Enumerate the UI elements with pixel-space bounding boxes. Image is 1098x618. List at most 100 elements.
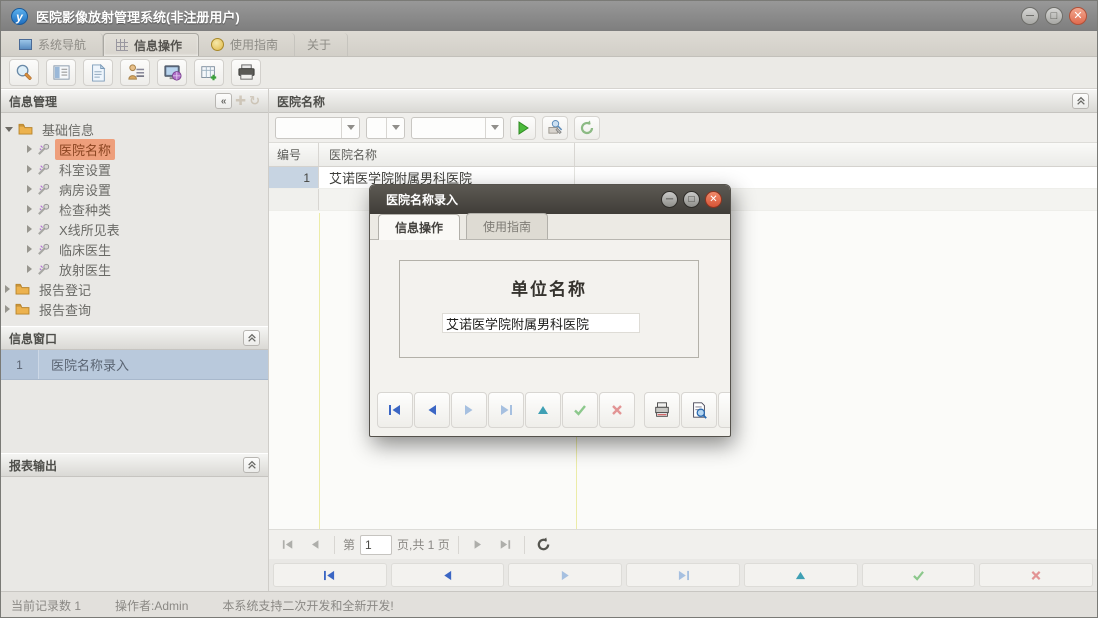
user-settings-button[interactable]: [120, 59, 150, 86]
table-add-button[interactable]: [194, 59, 224, 86]
last-record-button[interactable]: [626, 563, 740, 587]
form-view-icon: [52, 65, 70, 80]
run-query-button[interactable]: [510, 115, 536, 140]
dialog-tab-info-operation[interactable]: 信息操作: [378, 214, 461, 240]
page-number-input[interactable]: [360, 534, 393, 555]
expand-arrow-icon[interactable]: [27, 165, 32, 173]
tree-label: 检查种类: [59, 202, 112, 218]
first-record-button[interactable]: [273, 563, 387, 587]
cancel-record-button[interactable]: [599, 392, 635, 428]
chevron-down-icon: [386, 117, 404, 138]
column-header-number[interactable]: 编号: [269, 143, 319, 166]
print-button[interactable]: [644, 392, 680, 428]
printer-button[interactable]: [231, 59, 261, 86]
monitor-globe-icon: [163, 65, 182, 81]
prev-record-button[interactable]: [390, 563, 505, 587]
refresh-grid-icon[interactable]: [533, 534, 555, 556]
expand-arrow-icon[interactable]: [27, 265, 32, 273]
post-record-button[interactable]: [562, 392, 598, 428]
dialog-minimize-button[interactable]: ─: [661, 191, 678, 208]
minimize-button[interactable]: ─: [1021, 7, 1039, 25]
tree-node-department[interactable]: 科室设置: [5, 159, 264, 179]
tab-label: 关于: [307, 38, 332, 52]
operator-label: 操作者:Admin: [115, 599, 189, 613]
print-preview-button[interactable]: [681, 392, 717, 428]
expand-arrow-icon[interactable]: [27, 245, 32, 253]
tree-node-report-query[interactable]: 报告查询: [5, 299, 264, 319]
expand-arrow-icon[interactable]: [27, 225, 32, 233]
tab-about[interactable]: 关于: [295, 33, 349, 56]
tool-icon: [38, 243, 50, 255]
query-toolbar: [269, 113, 1097, 143]
filter-field-select[interactable]: [275, 116, 360, 139]
chevron-down-icon: [485, 117, 503, 138]
info-window-row[interactable]: 1 医院名称录入: [1, 350, 268, 380]
tab-info-operation[interactable]: 信息操作: [103, 33, 200, 56]
first-page-icon[interactable]: [277, 534, 299, 556]
dialog-close-button[interactable]: ✕: [705, 191, 722, 208]
next-record-button[interactable]: [508, 563, 623, 587]
collapse-up-icon[interactable]: [243, 457, 260, 473]
close-button[interactable]: ✕: [1069, 7, 1087, 25]
tree-node-exam-type[interactable]: 检查种类: [5, 199, 264, 219]
main-tabbar: 系统导航 信息操作 使用指南 关于: [1, 31, 1097, 57]
document-icon: [92, 63, 106, 82]
tree-label: X线所见表: [59, 222, 120, 238]
tree-node-xray-findings[interactable]: X线所见表: [5, 219, 264, 239]
clipped-button[interactable]: [718, 392, 730, 428]
tree-node-radiologist[interactable]: 放射医生: [5, 259, 264, 279]
next-page-icon[interactable]: [467, 534, 489, 556]
tree-label: 报告查询: [39, 302, 92, 318]
expand-arrow-icon[interactable]: [5, 305, 10, 313]
tree-node-clinical-doctor[interactable]: 临床医生: [5, 239, 264, 259]
dialog-body: 单位名称: [370, 240, 730, 404]
search-button[interactable]: [9, 59, 39, 86]
unit-name-input[interactable]: [442, 313, 640, 333]
refresh-button[interactable]: [574, 115, 600, 140]
row-number: 1: [1, 350, 39, 379]
column-header-hospital-name[interactable]: 医院名称: [319, 143, 575, 166]
tree-node-base-info[interactable]: 基础信息: [5, 119, 264, 139]
search-edit-icon: [547, 120, 562, 135]
next-record-button[interactable]: [451, 392, 487, 428]
prev-page-icon[interactable]: [304, 534, 326, 556]
maximize-button[interactable]: □: [1045, 7, 1063, 25]
first-record-button[interactable]: [377, 392, 413, 428]
tab-user-guide[interactable]: 使用指南: [199, 33, 296, 56]
post-record-button[interactable]: [861, 563, 976, 587]
tree-node-ward[interactable]: 病房设置: [5, 179, 264, 199]
cancel-record-button[interactable]: [979, 563, 1094, 587]
prev-record-button[interactable]: [414, 392, 450, 428]
record-count-label: 当前记录数 1: [11, 599, 82, 613]
expand-arrow-icon[interactable]: [5, 126, 13, 132]
refresh-icon: [580, 120, 594, 134]
filter-operator-select[interactable]: [366, 116, 405, 139]
insert-record-button[interactable]: [743, 563, 858, 587]
collapse-up-icon[interactable]: [1072, 93, 1089, 109]
search-edit-button[interactable]: [542, 115, 568, 140]
form-view-button[interactable]: [46, 59, 76, 86]
app-logo-icon: y: [11, 7, 28, 25]
insert-record-button[interactable]: [525, 392, 561, 428]
dialog-title: 医院名称录入: [386, 193, 459, 207]
expand-arrow-icon[interactable]: [5, 285, 10, 293]
last-page-icon[interactable]: [494, 534, 516, 556]
filter-value-select[interactable]: [411, 116, 504, 139]
last-record-button[interactable]: [488, 392, 524, 428]
collapse-up-icon[interactable]: [243, 330, 260, 346]
page-prefix-label: 第: [343, 538, 356, 552]
tree-node-hospital-name[interactable]: 医院名称: [5, 138, 264, 160]
expand-arrow-icon[interactable]: [27, 205, 32, 213]
dialog-nav-toolbar: [370, 392, 730, 430]
dialog-tab-user-guide[interactable]: 使用指南: [466, 213, 549, 239]
tab-system-nav[interactable]: 系统导航: [7, 33, 104, 56]
expand-arrow-icon[interactable]: [27, 185, 32, 193]
tree-node-report-register[interactable]: 报告登记: [5, 279, 264, 299]
unit-name-label: 单位名称: [511, 280, 587, 299]
dialog-maximize-button[interactable]: □: [683, 191, 700, 208]
collapse-left-icon[interactable]: «: [215, 93, 233, 109]
document-button[interactable]: [83, 59, 113, 86]
monitor-globe-button[interactable]: [157, 59, 187, 86]
expand-arrow-icon[interactable]: [27, 145, 32, 153]
dialog-titlebar[interactable]: 医院名称录入 ─ □ ✕: [370, 185, 730, 214]
